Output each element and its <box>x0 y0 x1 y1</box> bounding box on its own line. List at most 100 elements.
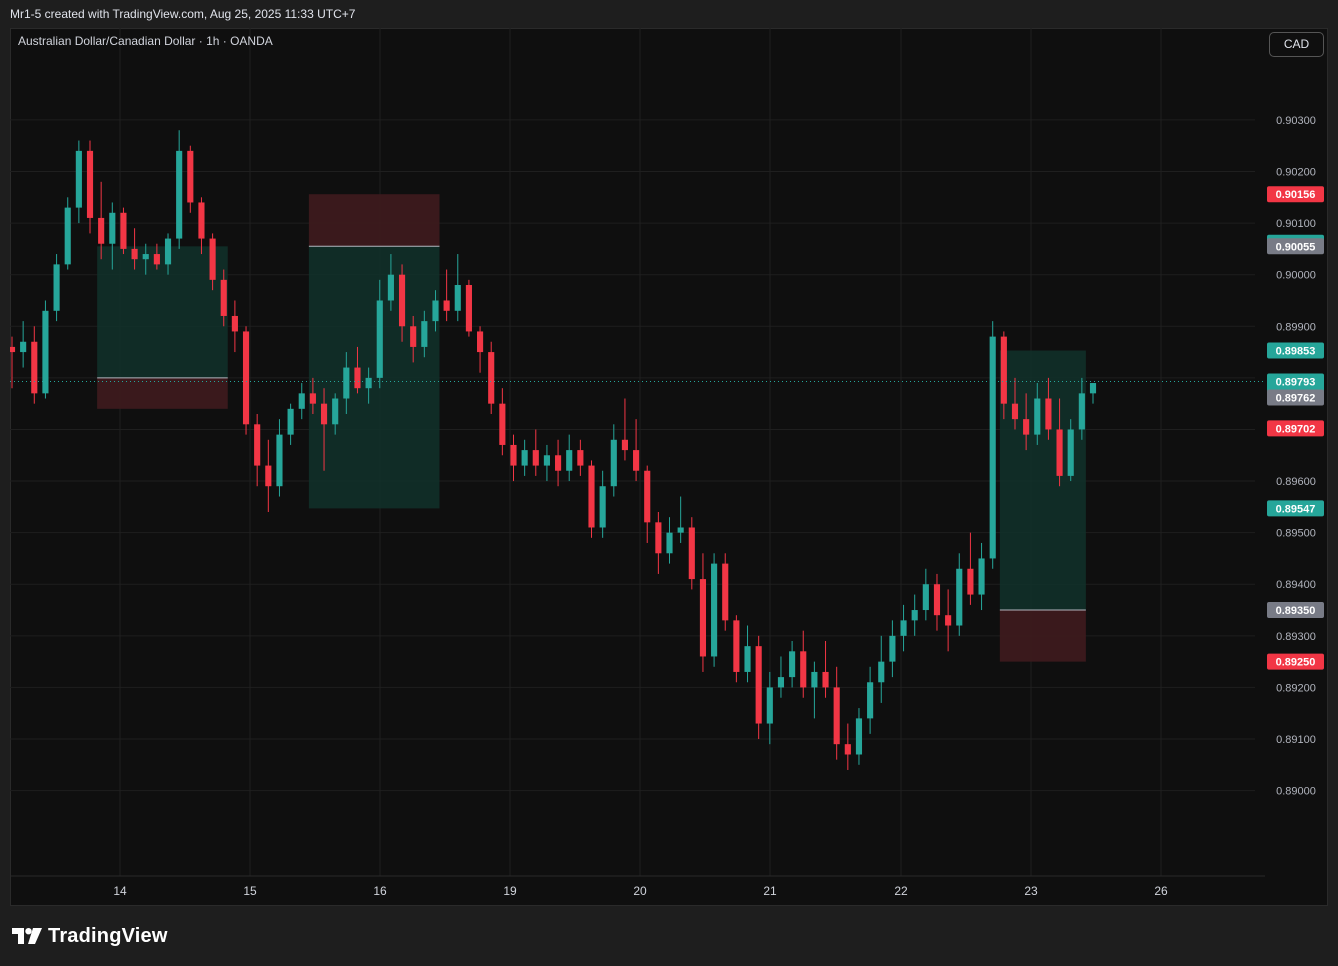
candle-body <box>989 336 996 559</box>
candle-body <box>733 620 740 672</box>
y-tick-label: 0.89200 <box>1276 682 1316 694</box>
candle-body <box>86 150 94 218</box>
candle-body <box>398 274 406 327</box>
candle-body <box>98 217 105 244</box>
candle-body <box>677 527 684 533</box>
tradingview-logo[interactable]: TradingView <box>12 924 168 948</box>
x-tick-label: 23 <box>1024 884 1038 898</box>
loss-zone <box>999 610 1086 662</box>
candle-body <box>354 367 361 389</box>
candle-body <box>476 331 484 353</box>
candle-body <box>1089 383 1097 394</box>
candle-body <box>889 635 896 662</box>
candle-body <box>488 352 495 404</box>
x-tick-label: 15 <box>243 884 257 898</box>
candle-body <box>789 651 796 678</box>
candle-body <box>599 486 606 528</box>
candle-body <box>666 532 673 554</box>
candle-body <box>1023 419 1030 435</box>
price-labels: 0.901560.900620.900550.898530.8979326:23… <box>1267 186 1324 670</box>
candle-body <box>454 285 461 311</box>
candle-body <box>922 584 929 611</box>
y-tick-label: 0.90000 <box>1276 270 1316 282</box>
candle-body <box>800 651 807 688</box>
candle-body <box>343 367 350 399</box>
candle-body <box>1034 398 1041 435</box>
candle-body <box>777 677 785 688</box>
candle-body <box>555 455 562 471</box>
candle-body <box>242 331 250 425</box>
candle-body <box>722 563 729 621</box>
candle-body <box>699 579 707 657</box>
candle-body <box>220 279 227 316</box>
candle-body <box>142 254 149 260</box>
candle-body <box>655 522 662 554</box>
candle-body <box>855 718 863 755</box>
candle-body <box>443 300 450 311</box>
candle-body <box>532 450 539 466</box>
footer <box>0 906 1338 966</box>
candle-body <box>75 150 82 208</box>
loss-zone <box>308 194 440 247</box>
candle-body <box>254 424 261 466</box>
candle-body <box>1000 336 1007 404</box>
y-tick-label: 0.89000 <box>1276 786 1316 798</box>
y-tick-label: 0.89400 <box>1276 579 1316 591</box>
candle-body <box>945 615 952 626</box>
x-tick-label: 26 <box>1154 884 1168 898</box>
candle-body <box>410 326 417 347</box>
candle-body <box>465 285 472 332</box>
candle-body <box>1056 429 1063 476</box>
candle-body <box>209 238 216 280</box>
candle-body <box>265 465 272 487</box>
candle-body <box>933 584 941 616</box>
price-axis: 0.90300 0.90200 0.90100 0.90000 0.89900 0.898… <box>1276 115 1316 798</box>
candle-body <box>621 439 629 451</box>
candle-body <box>131 248 138 260</box>
candle-body <box>588 465 595 528</box>
candle-body <box>176 150 183 239</box>
x-tick-label: 14 <box>113 884 127 898</box>
candle-body <box>287 408 294 435</box>
candle-body <box>633 450 640 471</box>
candle-body <box>231 315 238 332</box>
price-label-text: 0.89762 <box>1276 392 1316 404</box>
price-label-text: 0.89853 <box>1276 346 1316 358</box>
candle-body <box>833 687 840 745</box>
candle-body <box>911 610 918 621</box>
candlestick-chart[interactable]: 0.90300 0.90200 0.90100 0.90000 0.89900 0.898… <box>10 28 1328 906</box>
candle-body <box>1011 403 1019 420</box>
candle-body <box>109 212 116 244</box>
candle-body <box>53 264 60 311</box>
candle-body <box>1078 393 1085 430</box>
candle-body <box>499 403 506 445</box>
y-tick-label: 0.89600 <box>1276 476 1316 488</box>
candle-body <box>711 563 718 657</box>
candle-body <box>978 558 985 595</box>
y-tick-label: 0.89100 <box>1276 734 1316 746</box>
candle-body <box>298 393 305 409</box>
candle-body <box>164 238 172 265</box>
candle-body <box>153 254 160 265</box>
loss-zone <box>97 377 228 409</box>
y-tick-label: 0.89500 <box>1276 528 1316 540</box>
currency-button[interactable]: CAD <box>1269 32 1324 57</box>
tradingview-icon <box>12 928 42 944</box>
profit-zone <box>999 350 1086 611</box>
candle-body <box>577 450 584 466</box>
candle-body <box>10 346 16 353</box>
price-label-text: 0.89250 <box>1276 657 1316 669</box>
candle-body <box>31 341 38 394</box>
candle-body <box>766 687 773 724</box>
x-tick-label: 22 <box>894 884 908 898</box>
x-tick-label: 19 <box>503 884 517 898</box>
candle-body <box>878 661 885 683</box>
candle-body <box>332 398 339 425</box>
candle-body <box>309 393 316 404</box>
candle-body <box>42 310 49 394</box>
profit-zone <box>97 246 228 378</box>
y-tick-label: 0.89900 <box>1276 321 1316 333</box>
candle-body <box>365 377 372 389</box>
candle-body <box>510 444 517 466</box>
candle-body <box>744 646 751 672</box>
